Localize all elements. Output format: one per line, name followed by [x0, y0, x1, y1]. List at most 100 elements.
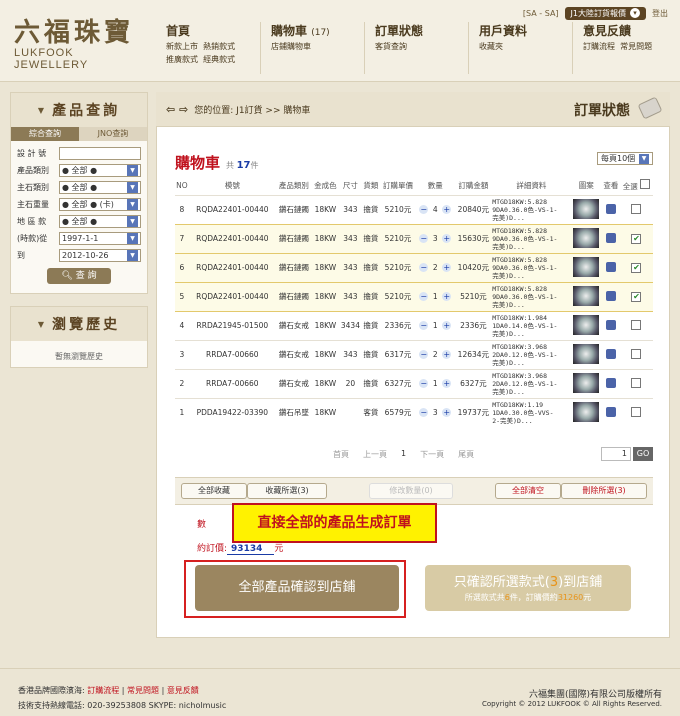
product-thumbnail[interactable]: [573, 256, 600, 277]
pager-next[interactable]: 下一頁: [420, 449, 444, 460]
search-field-input[interactable]: 2012-10-26 ▼: [59, 249, 141, 262]
footer-link-faq[interactable]: 常見問題: [127, 686, 159, 695]
search-field-input[interactable]: ● 全部 ● (卡) ▼: [59, 198, 141, 211]
row-checkbox[interactable]: [631, 348, 642, 359]
row-checkbox[interactable]: [631, 203, 642, 214]
product-thumbnail[interactable]: [573, 401, 600, 422]
plus-icon[interactable]: +: [442, 321, 452, 330]
row-model[interactable]: RRDA7-00660: [188, 368, 276, 398]
plus-icon[interactable]: +: [442, 292, 452, 301]
minus-icon[interactable]: −: [419, 292, 429, 301]
search-field-input[interactable]: ● 全部 ● ▼: [59, 164, 141, 177]
row-model[interactable]: PDDA19422-03390: [188, 397, 276, 427]
pager-last[interactable]: 尾頁: [458, 449, 474, 460]
qty-value[interactable]: 2: [430, 263, 440, 272]
confirm-selected-button[interactable]: 只確認所選款式(3)到店鋪 所選款式共6件，訂購價約31260元: [425, 565, 631, 611]
qty-value[interactable]: 4: [430, 205, 440, 214]
collect-selected-button[interactable]: 收藏所選(3): [247, 483, 327, 499]
page-input[interactable]: 1: [601, 447, 631, 461]
delete-selected-button[interactable]: 刪除所選(3): [561, 483, 647, 499]
row-model[interactable]: RQDA22401-00440: [188, 194, 276, 224]
pager-first[interactable]: 首頁: [333, 449, 349, 460]
nav-link[interactable]: 經典款式: [203, 55, 235, 64]
search-field-input[interactable]: 1997-1-1 ▼: [59, 232, 141, 245]
view-icon[interactable]: [605, 406, 616, 417]
qty-value[interactable]: 2: [430, 350, 440, 359]
plus-icon[interactable]: +: [442, 205, 452, 214]
cart-col-header[interactable]: 全選: [620, 177, 653, 195]
row-checkbox[interactable]: ✔: [631, 291, 642, 302]
pager-prev[interactable]: 上一頁: [363, 449, 387, 460]
nav-title[interactable]: 意見反饋: [583, 22, 676, 39]
collect-all-button[interactable]: 全部收藏: [181, 483, 247, 499]
minus-icon[interactable]: −: [419, 350, 429, 359]
product-thumbnail[interactable]: [573, 285, 600, 306]
search-field-input[interactable]: [59, 147, 141, 160]
view-icon[interactable]: [605, 203, 616, 214]
row-checkbox[interactable]: [631, 319, 642, 330]
nav-link[interactable]: 訂購流程: [583, 42, 615, 51]
nav-link[interactable]: 常見問題: [620, 42, 652, 51]
search-field-input[interactable]: ● 全部 ● ▼: [59, 215, 141, 228]
row-checkbox[interactable]: ✔: [631, 233, 642, 244]
view-icon[interactable]: [605, 290, 616, 301]
search-button[interactable]: 🔍︎ 查 詢: [47, 268, 111, 284]
plus-icon[interactable]: +: [442, 408, 452, 418]
clear-all-button[interactable]: 全部清空: [495, 483, 561, 499]
product-thumbnail[interactable]: [573, 314, 600, 335]
minus-icon[interactable]: −: [419, 379, 429, 388]
minus-icon[interactable]: −: [419, 263, 429, 272]
modify-qty-button[interactable]: 修改數量(0): [369, 483, 453, 499]
logo[interactable]: 六福珠寶 LUKFOOK JEWELLERY: [14, 12, 144, 71]
nav-link[interactable]: 熱銷款式: [203, 42, 235, 51]
minus-icon[interactable]: −: [419, 321, 429, 330]
plus-icon[interactable]: +: [442, 234, 452, 243]
minus-icon[interactable]: −: [419, 234, 429, 243]
nav-link[interactable]: 客貨查詢: [375, 42, 407, 51]
product-thumbnail[interactable]: [573, 227, 600, 248]
region-select[interactable]: J1大陸訂貨報價 ▾: [564, 6, 646, 20]
tab-general-search[interactable]: 綜合查詢: [11, 127, 79, 141]
plus-icon[interactable]: +: [442, 263, 452, 272]
select-all-checkbox[interactable]: [640, 179, 651, 190]
minus-icon[interactable]: −: [419, 205, 429, 214]
view-icon[interactable]: [605, 261, 616, 272]
nav-title[interactable]: 用戶資料: [479, 22, 572, 39]
qty-value[interactable]: 1: [430, 379, 440, 388]
plus-icon[interactable]: +: [442, 350, 452, 359]
row-model[interactable]: RQDA22401-00440: [188, 281, 276, 312]
qty-value[interactable]: 3: [430, 408, 440, 417]
view-icon[interactable]: [605, 377, 616, 388]
nav-link[interactable]: 新款上市: [166, 42, 198, 51]
go-button[interactable]: GO: [633, 447, 653, 461]
row-checkbox[interactable]: [631, 406, 642, 417]
nav-link[interactable]: 收藏夾: [479, 42, 503, 51]
footer-link-order-process[interactable]: 訂購流程: [87, 686, 119, 695]
row-model[interactable]: RQDA22401-00440: [188, 252, 276, 283]
view-icon[interactable]: [605, 232, 616, 243]
nav-title[interactable]: 購物車 (17): [271, 22, 364, 39]
tab-jno-search[interactable]: JNO查詢: [79, 127, 147, 141]
footer-link-feedback[interactable]: 意見反饋: [167, 686, 199, 695]
product-thumbnail[interactable]: [573, 343, 600, 364]
nav-link[interactable]: 店鋪購物車: [271, 42, 311, 51]
product-thumbnail[interactable]: [573, 198, 600, 219]
qty-value[interactable]: 3: [430, 234, 440, 243]
view-icon[interactable]: [605, 348, 616, 359]
plus-icon[interactable]: +: [442, 379, 452, 388]
row-checkbox[interactable]: [631, 377, 642, 388]
view-icon[interactable]: [605, 319, 616, 330]
nav-title[interactable]: 訂單狀態: [375, 22, 468, 39]
logout-link[interactable]: 登出: [652, 8, 668, 19]
back-forward-icon[interactable]: ⇦ ⇨: [166, 103, 188, 116]
row-model[interactable]: RQDA22401-00440: [188, 223, 276, 254]
minus-icon[interactable]: −: [419, 408, 429, 418]
search-field-input[interactable]: ● 全部 ● ▼: [59, 181, 141, 194]
row-model[interactable]: RRDA7-00660: [188, 339, 276, 369]
row-checkbox[interactable]: ✔: [631, 262, 642, 273]
confirm-all-button[interactable]: 全部產品確認到店鋪: [195, 565, 399, 611]
nav-title[interactable]: 首頁: [166, 22, 260, 39]
row-model[interactable]: RRDA21945-01500: [188, 310, 276, 340]
per-page-select[interactable]: 每頁10個 ▼: [597, 152, 653, 165]
product-thumbnail[interactable]: [573, 372, 600, 393]
